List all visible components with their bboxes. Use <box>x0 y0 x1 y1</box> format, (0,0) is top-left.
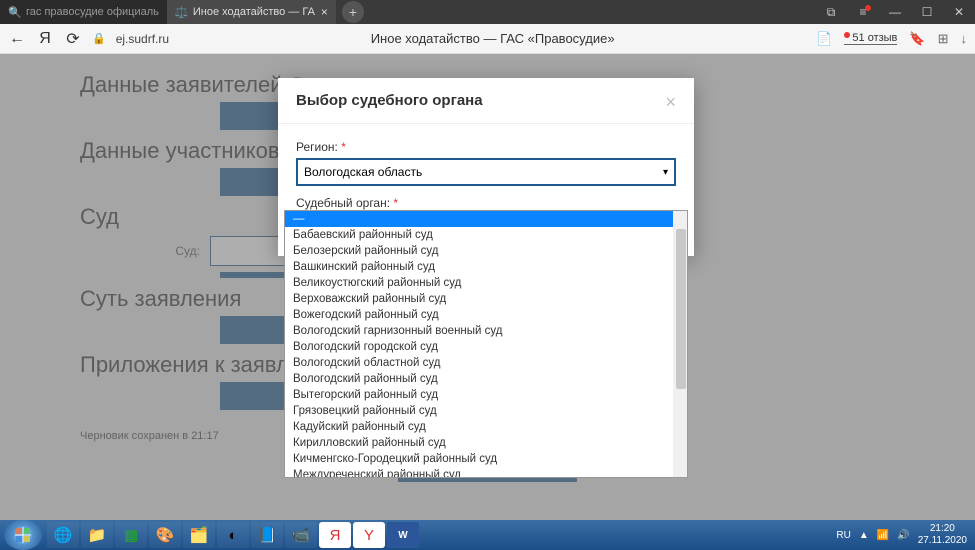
url-text[interactable]: ej.sudrf.ru <box>116 32 169 46</box>
yandex-button[interactable]: Я <box>36 30 54 48</box>
scales-icon: ⚖️ <box>175 6 187 18</box>
dropdown-option[interactable]: Верховажский районный суд <box>285 291 673 307</box>
dropdown-option[interactable]: Великоустюгский районный суд <box>285 275 673 291</box>
region-label: Регион: * <box>296 140 676 154</box>
window-controls: ⧉ ≡ — ☐ ✕ <box>815 0 975 24</box>
dropdown-option[interactable]: Вашкинский районный суд <box>285 259 673 275</box>
menu-icon[interactable]: ≡ <box>847 0 879 24</box>
dropdown-option[interactable]: Кичменгско-Городецкий районный суд <box>285 451 673 467</box>
taskbar-chrome-icon[interactable]: ◐ <box>217 522 249 548</box>
taskbar-clock[interactable]: 21:20 27.11.2020 <box>918 523 967 547</box>
taskbar-folder-icon[interactable]: 🗂️ <box>183 522 215 548</box>
copy-icon[interactable]: ⧉ <box>815 0 847 24</box>
dropdown-option[interactable]: Вологодский гарнизонный военный суд <box>285 323 673 339</box>
scrollbar-thumb[interactable] <box>676 229 686 389</box>
dropdown-option[interactable]: Вытегорский районный суд <box>285 387 673 403</box>
taskbar-app1-icon[interactable]: 📘 <box>251 522 283 548</box>
close-icon[interactable]: × <box>321 5 328 19</box>
back-button[interactable]: ← <box>8 30 26 48</box>
address-bar: ← Я ⟳ 🔒 ej.sudrf.ru Иное ходатайство — Г… <box>0 24 975 54</box>
extensions-icon[interactable]: ⊞ <box>938 31 949 47</box>
court-dropdown: —Бабаевский районный судБелозерский райо… <box>284 210 688 478</box>
new-tab-button[interactable]: + <box>342 1 364 23</box>
region-value: Вологодская область <box>304 165 422 179</box>
dropdown-option[interactable]: Грязовецкий районный суд <box>285 403 673 419</box>
close-window-icon[interactable]: ✕ <box>943 0 975 24</box>
chevron-down-icon: ▾ <box>663 167 668 178</box>
tab-gas-pravosudie[interactable]: ⚖️ Иное ходатайство — ГА × <box>167 0 336 24</box>
language-indicator[interactable]: RU <box>836 530 850 541</box>
start-button[interactable] <box>4 520 42 550</box>
dropdown-option[interactable]: — <box>285 211 673 227</box>
translate-icon[interactable]: 📄 <box>816 31 832 47</box>
tray-flag-icon[interactable]: ▲ <box>859 530 869 541</box>
tray-volume-icon[interactable]: 🔊 <box>897 530 909 541</box>
reviews-badge[interactable]: 51 отзыв <box>844 32 897 45</box>
court-organ-label: Судебный орган: * <box>296 196 676 210</box>
browser-titlebar: 🔍 гас правосудие официаль ⚖️ Иное ходата… <box>0 0 975 24</box>
taskbar-ybrowser-icon[interactable]: Y <box>353 522 385 548</box>
tab-label: Иное ходатайство — ГА <box>193 6 315 18</box>
lock-icon: 🔒 <box>92 32 106 45</box>
reload-button[interactable]: ⟳ <box>64 29 82 49</box>
tab-label: гас правосудие официаль <box>26 6 159 18</box>
dropdown-option[interactable]: Бабаевский районный суд <box>285 227 673 243</box>
modal-title: Выбор судебного органа <box>296 92 483 113</box>
taskbar-ie-icon[interactable]: 🌐 <box>47 522 79 548</box>
modal-close-icon[interactable]: × <box>665 92 676 113</box>
taskbar-explorer-icon[interactable]: 📁 <box>81 522 113 548</box>
minimize-icon[interactable]: — <box>879 0 911 24</box>
tab-search[interactable]: 🔍 гас правосудие официаль <box>0 0 167 24</box>
dropdown-option[interactable]: Кирилловский районный суд <box>285 435 673 451</box>
dropdown-option[interactable]: Белозерский районный суд <box>285 243 673 259</box>
tray-network-icon[interactable]: 📶 <box>877 530 889 541</box>
bookmark-icon[interactable]: 🔖 <box>909 31 925 47</box>
dropdown-option[interactable]: Вожегодский районный суд <box>285 307 673 323</box>
region-select[interactable]: Вологодская область ▾ <box>296 158 676 186</box>
taskbar-excel-icon[interactable]: ▦ <box>115 522 147 548</box>
maximize-icon[interactable]: ☐ <box>911 0 943 24</box>
dropdown-option[interactable]: Вологодский районный суд <box>285 371 673 387</box>
dropdown-option[interactable]: Междуреченский районный суд <box>285 467 673 477</box>
dropdown-option[interactable]: Вологодский городской суд <box>285 339 673 355</box>
page-title: Иное ходатайство — ГАС «Правосудие» <box>179 31 806 46</box>
downloads-icon[interactable]: ↓ <box>961 31 968 46</box>
taskbar-yandex-icon[interactable]: Я <box>319 522 351 548</box>
taskbar-word-icon[interactable]: W <box>387 522 419 548</box>
tab-favicon: 🔍 <box>8 6 20 18</box>
taskbar-zoom-icon[interactable]: 📹 <box>285 522 317 548</box>
dropdown-option[interactable]: Вологодский областной суд <box>285 355 673 371</box>
dropdown-option[interactable]: Кадуйский районный суд <box>285 419 673 435</box>
windows-taskbar: 🌐 📁 ▦ 🎨 🗂️ ◐ 📘 📹 Я Y W RU ▲ 📶 🔊 21:20 27… <box>0 520 975 550</box>
dropdown-scrollbar[interactable] <box>673 211 687 477</box>
taskbar-paint-icon[interactable]: 🎨 <box>149 522 181 548</box>
